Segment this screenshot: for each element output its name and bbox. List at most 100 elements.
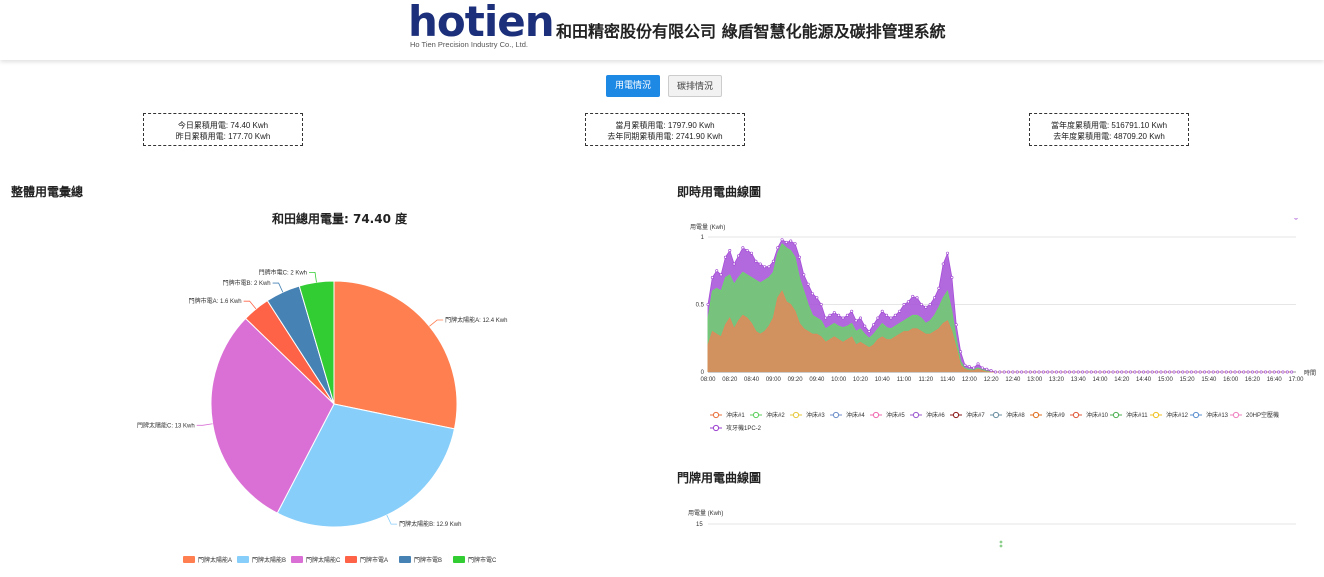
realtime-data-point — [1120, 370, 1124, 374]
legend-swatch[interactable] — [291, 556, 303, 563]
realtime-x-tick: 15:00 — [1158, 377, 1174, 383]
legend-swatch[interactable] — [345, 556, 357, 563]
realtime-legend-marker[interactable] — [1232, 411, 1240, 419]
pie-slice-0[interactable] — [333, 280, 458, 430]
realtime-data-point — [963, 363, 967, 367]
realtime-data-point — [1081, 370, 1085, 374]
realtime-legend-label[interactable]: 攻牙機1PC-2 — [726, 424, 762, 432]
realtime-legend-label[interactable]: 沖床#6 — [926, 411, 945, 419]
tab-electricity[interactable]: 用電情況 — [606, 75, 660, 97]
realtime-data-point — [858, 316, 862, 320]
year-usage: 當年度累積用電: 516791.10 Kwh — [1050, 121, 1168, 130]
realtime-legend-marker[interactable] — [792, 411, 800, 419]
realtime-legend-marker[interactable] — [872, 411, 880, 419]
tab-carbon[interactable]: 碳排情況 — [668, 75, 722, 97]
legend-swatch[interactable] — [399, 556, 411, 563]
realtime-legend-label[interactable]: 沖床#2 — [766, 411, 785, 419]
realtime-data-point — [911, 294, 915, 298]
realtime-data-point — [1111, 370, 1115, 374]
legend-item-label[interactable]: 門牌太陽能A — [198, 556, 232, 564]
realtime-legend-label[interactable]: 沖床#1 — [726, 411, 745, 419]
realtime-data-point — [1037, 370, 1041, 374]
realtime-data-point — [1172, 370, 1176, 374]
realtime-data-point — [1098, 370, 1102, 374]
realtime-data-point — [806, 282, 810, 286]
realtime-legend-label[interactable]: 沖床#9 — [1046, 411, 1065, 419]
realtime-x-tick: 12:00 — [962, 377, 978, 383]
pie-slice-label: 門牌市電C: 2 Kwh — [259, 268, 307, 276]
realtime-x-tick: 08:40 — [744, 377, 760, 383]
realtime-legend-marker[interactable] — [832, 411, 840, 419]
legend-item-label[interactable]: 門牌太陽能B — [252, 556, 286, 564]
realtime-data-point — [1168, 370, 1172, 374]
daily-usage-box: 今日累積用電: 74.40 Kwh 昨日累積用電: 177.70 Kwh — [143, 113, 303, 146]
realtime-legend-marker[interactable] — [1072, 411, 1080, 419]
realtime-legend-marker[interactable] — [1112, 411, 1120, 419]
pie-label-line — [386, 514, 398, 525]
pie-label-line — [429, 319, 444, 327]
realtime-data-point — [989, 369, 993, 373]
realtime-legend-marker[interactable] — [712, 411, 720, 419]
realtime-data-point — [736, 254, 740, 258]
realtime-data-point — [1094, 370, 1098, 374]
realtime-legend-label[interactable]: 沖床#3 — [806, 411, 825, 419]
pie-slice-label: 門牌太陽能A: 12.4 Kwh — [445, 316, 507, 324]
realtime-x-tick: 12:20 — [984, 377, 1000, 383]
realtime-data-point — [854, 319, 858, 323]
realtime-data-point — [1107, 370, 1111, 374]
realtime-data-point — [1146, 370, 1150, 374]
realtime-legend-marker[interactable] — [1192, 411, 1200, 419]
company-logo-subtitle: Ho Tien Precision Industry Co., Ltd. — [410, 40, 528, 49]
legend-swatch[interactable] — [453, 556, 465, 563]
realtime-data-point — [1007, 370, 1011, 374]
monthly-usage-box: 當月累積用電: 1797.90 Kwh 去年同期累積用電: 2741.90 Kw… — [585, 113, 745, 146]
realtime-legend-marker[interactable] — [912, 411, 920, 419]
realtime-legend-marker[interactable] — [1032, 411, 1040, 419]
realtime-data-point — [1015, 370, 1019, 374]
realtime-x-tick: 11:20 — [918, 377, 933, 383]
legend-swatch[interactable] — [237, 556, 249, 563]
realtime-data-point — [1181, 370, 1185, 374]
realtime-legend-label[interactable]: 沖床#12 — [1166, 411, 1189, 419]
legend-item-label[interactable]: 門牌太陽能C — [306, 556, 341, 564]
realtime-x-tick: 12:40 — [1005, 377, 1021, 383]
realtime-x-tick: 13:40 — [1071, 377, 1087, 383]
realtime-data-point — [1159, 370, 1163, 374]
realtime-data-point — [1242, 370, 1246, 374]
realtime-data-point — [1220, 370, 1224, 374]
realtime-legend-label[interactable]: 沖床#10 — [1086, 411, 1109, 419]
realtime-legend-label[interactable]: 沖床#5 — [886, 411, 905, 419]
realtime-legend-marker[interactable] — [952, 411, 960, 419]
legend-item-label[interactable]: 門牌市電C — [468, 556, 497, 564]
realtime-data-point — [1102, 370, 1106, 374]
realtime-legend-marker[interactable] — [1152, 411, 1160, 419]
realtime-data-point — [728, 248, 732, 252]
realtime-legend-label[interactable]: 20HP空壓機 — [1246, 411, 1279, 419]
realtime-legend-label[interactable]: 沖床#8 — [1006, 411, 1025, 419]
realtime-legend-label[interactable]: 沖床#4 — [846, 411, 865, 419]
realtime-legend-marker[interactable] — [712, 424, 720, 432]
realtime-data-point — [867, 330, 871, 334]
realtime-data-point — [723, 255, 727, 259]
pie-slice-label: 門牌市電A: 1.6 Kwh — [189, 297, 242, 305]
legend-item-label[interactable]: 門牌市電A — [360, 556, 388, 564]
realtime-data-point — [815, 296, 819, 300]
pie-label-line — [196, 423, 213, 426]
legend-item-label[interactable]: 門牌市電B — [414, 556, 442, 564]
realtime-data-point — [1176, 370, 1180, 374]
last-year-month-usage: 去年同期累積用電: 2741.90 Kwh — [607, 132, 723, 141]
realtime-legend-label[interactable]: 沖床#7 — [966, 411, 985, 419]
realtime-data-point — [1002, 370, 1006, 374]
realtime-data-point — [980, 366, 984, 370]
realtime-data-point — [1290, 370, 1294, 374]
realtime-legend-label[interactable]: 沖床#11 — [1126, 411, 1148, 419]
realtime-legend-marker[interactable] — [752, 411, 760, 419]
realtime-legend-label[interactable]: 沖床#13 — [1206, 411, 1229, 419]
realtime-data-point — [719, 273, 723, 277]
last-year-usage: 去年度累積用電: 48709.20 Kwh — [1053, 132, 1165, 141]
legend-swatch[interactable] — [183, 556, 195, 563]
realtime-data-point — [863, 324, 867, 328]
realtime-data-point — [793, 242, 797, 246]
realtime-legend-marker[interactable] — [992, 411, 1000, 419]
realtime-data-point — [1285, 370, 1289, 374]
